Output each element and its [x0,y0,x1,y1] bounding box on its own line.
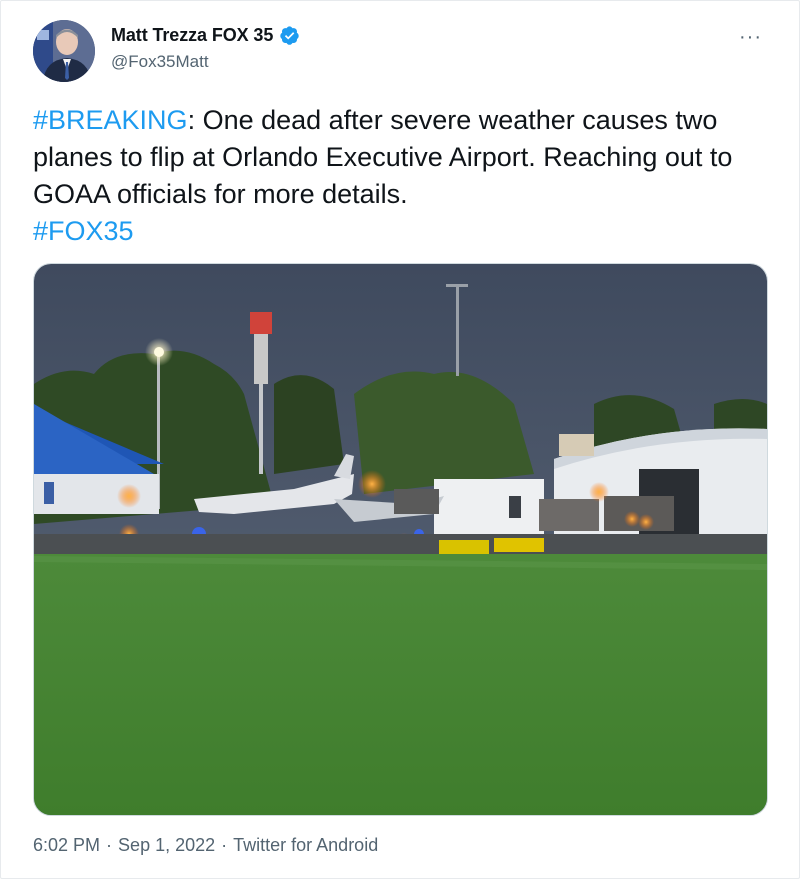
author-name-row: Matt Trezza FOX 35 [111,25,300,46]
tweet-text: #BREAKING: One dead after severe weather… [33,102,768,250]
hashtag-fox35[interactable]: #FOX35 [33,216,134,246]
verified-badge-icon [280,26,299,45]
person-avatar-icon [33,20,95,82]
footer-separator: · [106,835,113,855]
tweet-photo[interactable] [33,263,768,816]
tweet-source[interactable]: Twitter for Android [233,835,378,856]
tweet-footer: 6:02 PM · Sep 1, 2022 · Twitter for Andr… [33,835,378,856]
tweet-date[interactable]: Sep 1, 2022 [118,835,215,856]
author-handle[interactable]: @Fox35Matt [111,52,209,72]
airport-photo-image [34,264,767,815]
footer-separator: · [221,835,228,855]
author-display-name[interactable]: Matt Trezza FOX 35 [111,25,273,46]
tweet-time[interactable]: 6:02 PM [33,835,100,856]
author-avatar[interactable] [33,20,95,82]
more-options-icon[interactable]: ··· [739,27,762,47]
hashtag-breaking[interactable]: #BREAKING [33,105,188,135]
tweet-card: Matt Trezza FOX 35 @Fox35Matt ··· #BREAK… [0,0,800,879]
